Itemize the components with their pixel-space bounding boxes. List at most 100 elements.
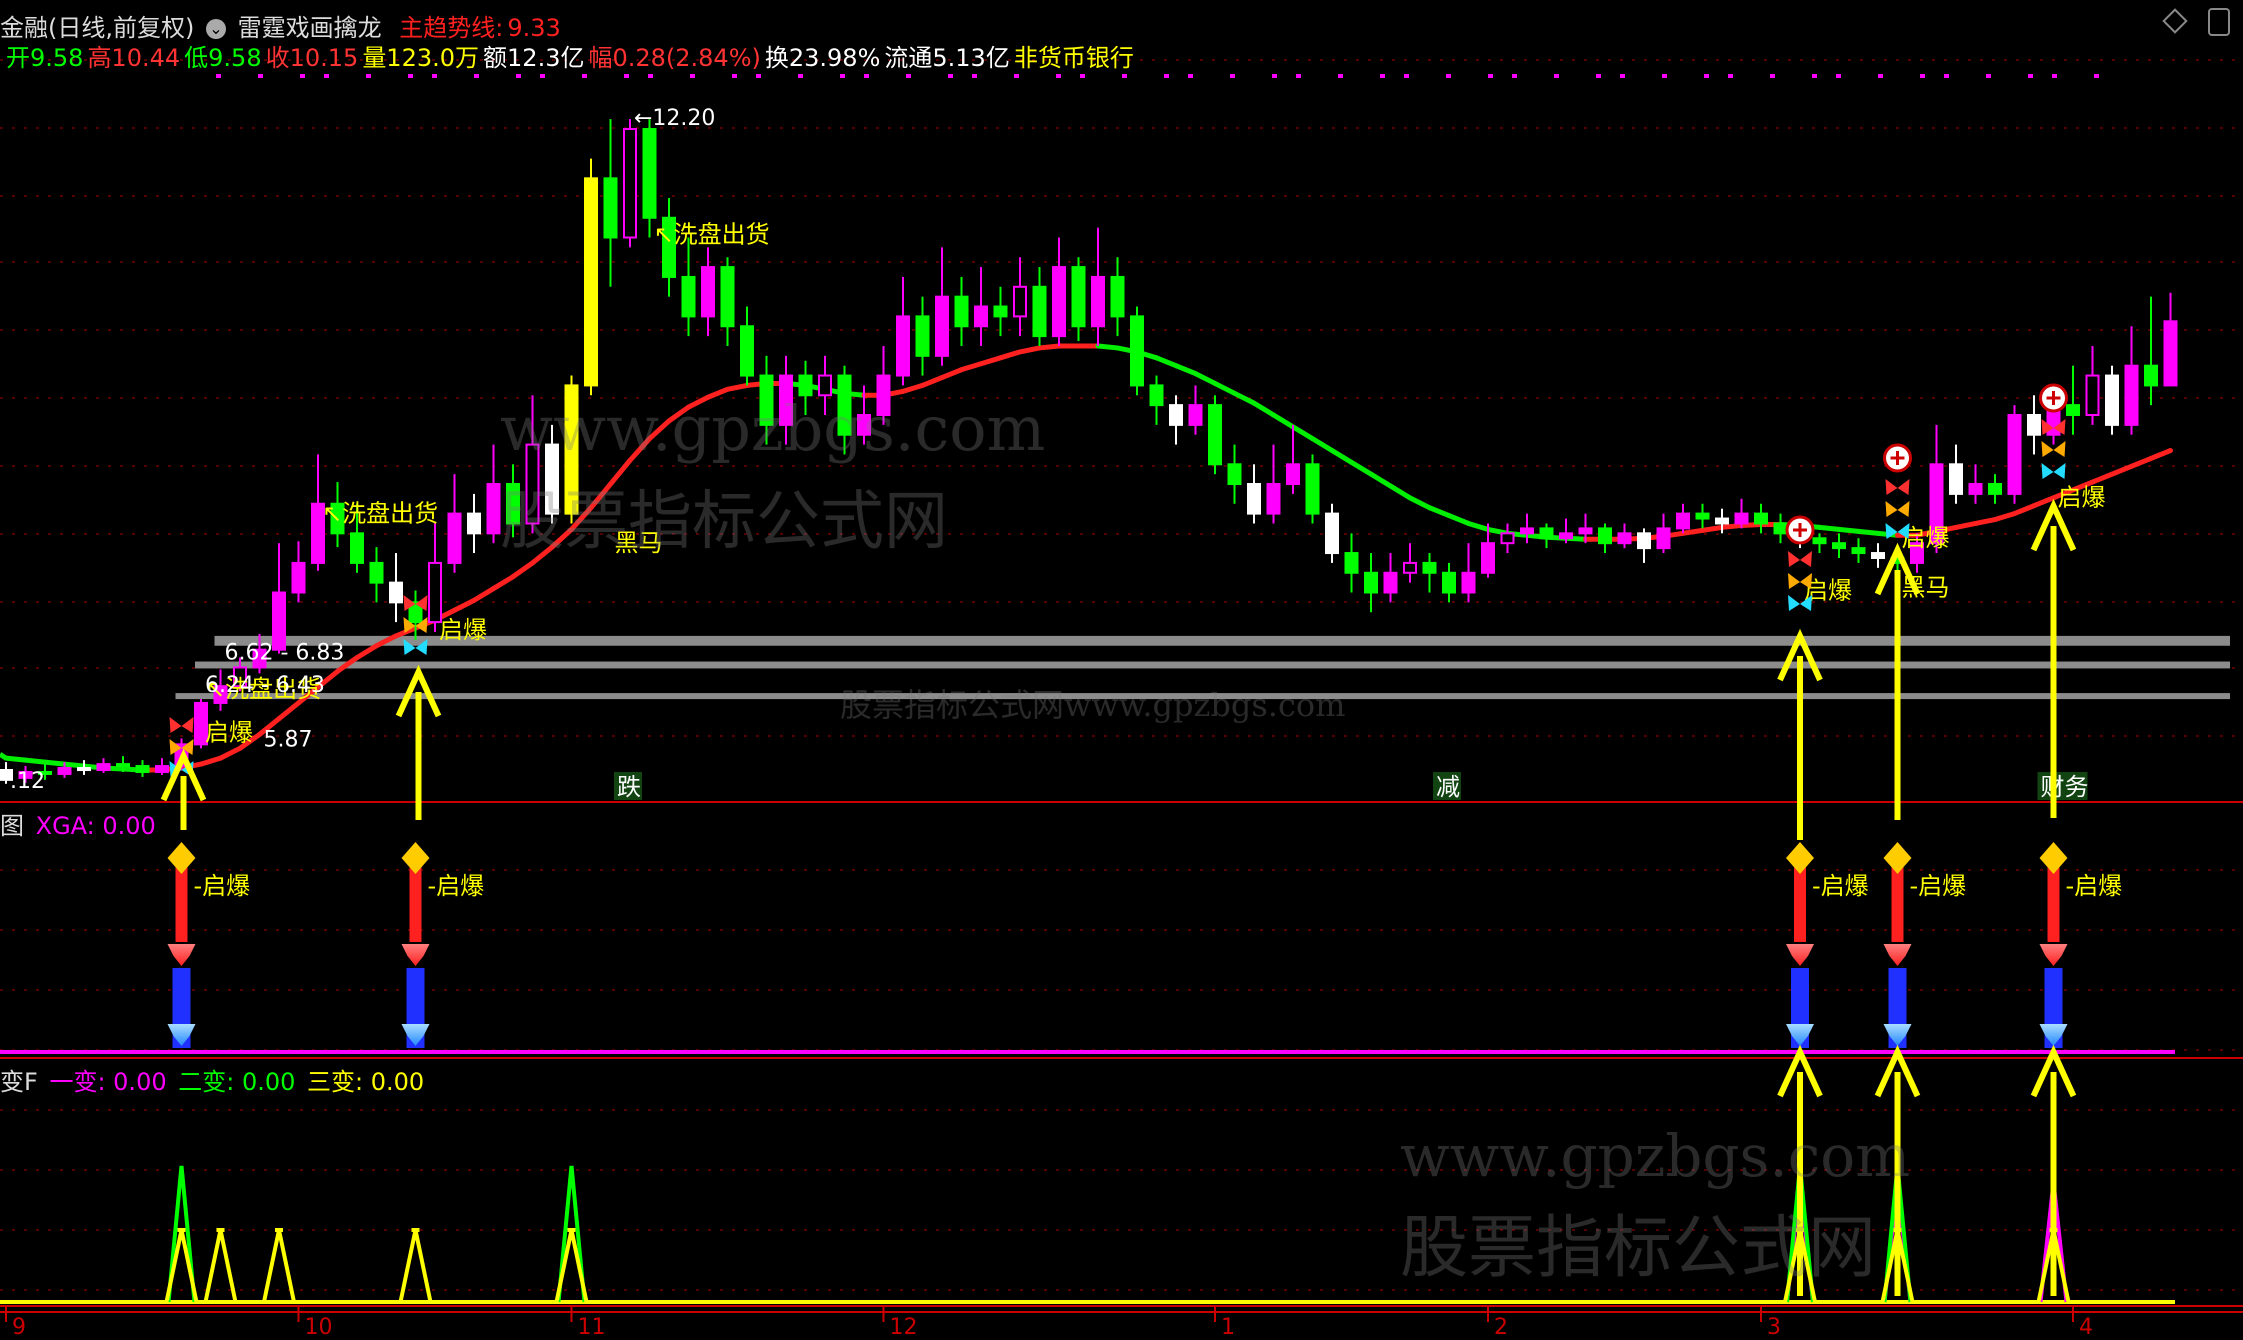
- candle-body: [1364, 571, 1378, 594]
- marker-dot: [1488, 74, 1493, 78]
- header-line-2: 开9.58 高10.44 低9.58 收10.15 量123.0万 额12.3亿 幅0.28…: [6, 38, 1138, 73]
- quote-field: 开9.58: [6, 44, 84, 72]
- ma-segment: [1739, 521, 1764, 528]
- candle-body: [564, 384, 579, 515]
- quote-field: 幅0.28(2.84%): [588, 44, 761, 72]
- candle-body: [369, 561, 384, 584]
- marker-dot: [1164, 74, 1169, 78]
- ma-segment: [471, 586, 496, 603]
- x-tick-label: 2: [1494, 1315, 1508, 1340]
- ma-segment: [686, 394, 711, 410]
- marker-dot: [1728, 74, 1733, 78]
- xga-signal-label: -启爆: [2066, 872, 2123, 900]
- marker-dot: [1272, 74, 1277, 78]
- wing: [1788, 551, 1800, 567]
- candle-body: [1442, 571, 1456, 594]
- marker-dot: [690, 74, 695, 78]
- ma-segment: [62, 761, 87, 769]
- marker-dot: [1080, 74, 1085, 78]
- ma-segment: [1349, 459, 1374, 477]
- candle-body: [837, 374, 852, 436]
- candle-body: [857, 414, 871, 436]
- badge-text: 跌: [617, 773, 641, 801]
- candle-body: [486, 483, 501, 535]
- toggle-icon[interactable]: [2208, 8, 2230, 36]
- ma-segment: [647, 418, 672, 442]
- ma-segment: [23, 757, 48, 765]
- marker-dot: [366, 74, 371, 78]
- candle-body: [1754, 512, 1768, 525]
- x-tick-label: 10: [305, 1315, 333, 1340]
- support-band: [214, 635, 2230, 646]
- candle-body: [525, 443, 540, 525]
- candle-body: [2163, 320, 2178, 387]
- bianf-prefix: 变F: [0, 1068, 38, 1096]
- ma-segment: [1719, 522, 1744, 530]
- marker-dot: [948, 74, 953, 78]
- price-label: ←12.20: [634, 106, 715, 131]
- candle-body: [935, 295, 949, 357]
- marker-dot: [2028, 74, 2033, 78]
- bianf-panel-header: 变F 一变: 0.00 二变: 0.00 三变: 0.00: [0, 1062, 428, 1097]
- marker-dot: [1380, 74, 1385, 78]
- x-axis: 9 10 11 12 1 2 3 4: [0, 1306, 2243, 1340]
- price-label: 6.24 - 6.43: [205, 673, 325, 698]
- marker-dot: [300, 74, 305, 78]
- ma-segment: [491, 574, 516, 592]
- blue-gem-icon: [1786, 1024, 1814, 1046]
- marker-dot: [1338, 74, 1343, 78]
- candle-body: [1773, 522, 1788, 535]
- xga-panel: -启爆 -启爆 -启爆 -启爆 -启爆: [0, 842, 2175, 1054]
- blue-gem-icon: [401, 1024, 430, 1046]
- candle-body: [2085, 374, 2100, 416]
- price-label: 5.87: [264, 727, 313, 752]
- butterfly-icon: [1788, 573, 1812, 589]
- candle-body: [1695, 512, 1710, 520]
- chart-stage: ↖洗盘出货↖洗盘出货↖洗盘出货黑马黑马启爆启爆启爆启爆启爆跌减财务←12.206…: [0, 59, 2243, 1340]
- candle-body: [1851, 547, 1866, 555]
- ma-segment: [920, 375, 945, 388]
- candle-body: [1188, 404, 1203, 426]
- marker-dot: [1920, 74, 1925, 78]
- ma-segment: [978, 355, 1003, 367]
- ma-segment: [705, 386, 730, 400]
- x-tick-label: 1: [1221, 1315, 1235, 1340]
- ma-segment: [1037, 343, 1062, 351]
- ma-segment: [2148, 448, 2173, 461]
- candle-body: [974, 305, 988, 328]
- price-label: .12: [10, 769, 45, 794]
- candle-body: [1676, 512, 1690, 530]
- ma-segment: [1388, 483, 1413, 501]
- price-label: 6.62 - 6.83: [225, 641, 345, 666]
- ma-segment: [627, 436, 652, 463]
- butterfly-icon: [2041, 463, 2066, 479]
- candle-body: [1403, 561, 1417, 574]
- wing: [181, 717, 194, 733]
- candle-body: [57, 767, 72, 775]
- ma-segment: [1992, 511, 2017, 523]
- candle-body: [896, 315, 910, 377]
- marker-dot: [1554, 74, 1559, 78]
- marker-dot: [1014, 74, 1019, 78]
- x-tick-label: 3: [1767, 1315, 1781, 1340]
- candle-body: [1305, 463, 1320, 515]
- candle-body: [116, 763, 130, 768]
- ma-segment: [666, 404, 691, 424]
- ma-segment: [1310, 436, 1335, 453]
- wing: [169, 717, 182, 733]
- candle-body: [428, 561, 442, 624]
- wing: [1897, 501, 1910, 517]
- candle-body: [584, 177, 598, 387]
- wing: [1788, 595, 1800, 611]
- marker-dot: [1944, 74, 1949, 78]
- ma-segment: [276, 700, 301, 722]
- x-tick-label: 4: [2079, 1315, 2093, 1340]
- gold-gem-icon: [2039, 842, 2068, 874]
- ma-segment: [0, 752, 8, 761]
- ma-segment: [2109, 463, 2134, 477]
- ma-segment: [1368, 471, 1393, 489]
- candle-body: [1247, 483, 1261, 515]
- marker-dot: [1122, 74, 1127, 78]
- x-tick-label: 11: [578, 1315, 606, 1340]
- up-arrow-icon: [1777, 1044, 1823, 1296]
